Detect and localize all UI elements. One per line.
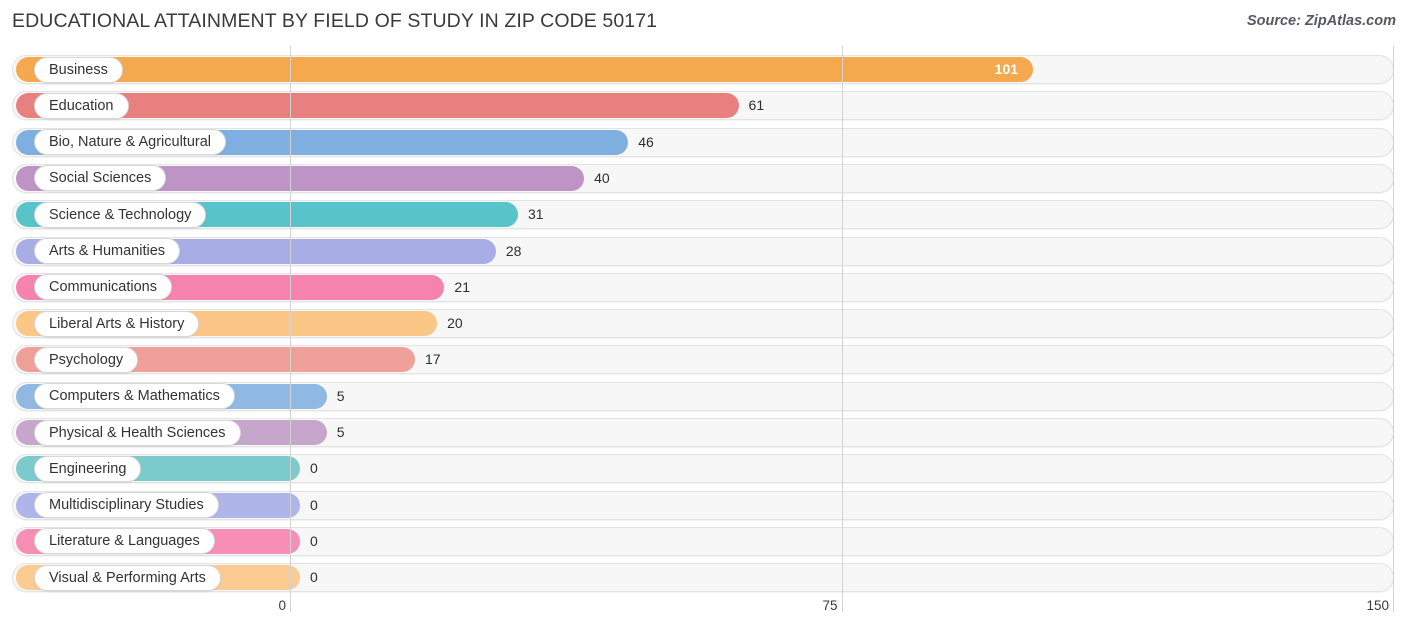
bar-value-label: 46 <box>638 133 654 150</box>
bar-value-label: 40 <box>594 169 610 186</box>
bar-category-label: Engineering <box>34 455 142 482</box>
bar-value-label: 21 <box>454 278 470 295</box>
chart-page: EDUCATIONAL ATTAINMENT BY FIELD OF STUDY… <box>0 0 1406 631</box>
axis-tick-label: 150 <box>1366 598 1389 613</box>
bar-category-label: Visual & Performing Arts <box>34 564 221 591</box>
bar-value-label: 0 <box>310 496 318 513</box>
bar-row: Liberal Arts & History 20 <box>0 306 1406 342</box>
bar-value-label: 0 <box>310 532 318 549</box>
bar-category-label: Social Sciences <box>34 165 167 192</box>
bar-category-label: Liberal Arts & History <box>34 310 200 337</box>
bar-value-label: 101 <box>994 61 1019 77</box>
axis-tick-line <box>1393 593 1394 612</box>
bar-category-label: Arts & Humanities <box>34 238 181 264</box>
bar-value-label: 17 <box>425 351 441 368</box>
bar-category-label: Multidisciplinary Studies <box>34 492 219 519</box>
axis-tick-line <box>841 593 843 612</box>
source-attribution: Source: ZipAtlas.com <box>1246 13 1396 29</box>
bar-category-label: Business <box>34 56 123 83</box>
page-title: EDUCATIONAL ATTAINMENT BY FIELD OF STUDY… <box>12 10 658 32</box>
bar-value-label: 28 <box>505 242 522 259</box>
bar-row: Psychology 17 <box>0 342 1406 378</box>
bar-category-label: Bio, Nature & Agricultural <box>34 129 226 156</box>
axis-tick-label: 0 <box>278 598 286 613</box>
bar-value-label: 20 <box>447 315 463 332</box>
bar-category-label: Computers & Mathematics <box>34 383 235 410</box>
chart-header: EDUCATIONAL ATTAINMENT BY FIELD OF STUDY… <box>0 0 1406 46</box>
bar-value-label: 31 <box>527 206 544 223</box>
bar-category-label: Literature & Languages <box>34 528 215 555</box>
bar-row: Social Sciences 40 <box>0 161 1406 197</box>
bar-row: Education 61 <box>0 88 1406 124</box>
bar-row: Business 101 <box>0 52 1406 88</box>
bar-row: Arts & Humanities 28 <box>0 234 1406 270</box>
bar-row: Computers & Mathematics 5 <box>0 379 1406 415</box>
bar-value-label: 0 <box>310 460 318 477</box>
bar-category-label: Physical & Health Sciences <box>34 419 241 446</box>
bar-row: Communications 21 <box>0 270 1406 306</box>
bar[interactable] <box>16 57 1033 82</box>
bar-row: Physical & Health Sciences 5 <box>0 415 1406 451</box>
bar-row: Literature & Languages 0 <box>0 524 1406 560</box>
bar-row: Bio, Nature & Agricultural 46 <box>0 125 1406 161</box>
plot-area: Business 101 Education 61 Bio, Nature & Agri… <box>0 46 1406 593</box>
bar-row: Visual & Performing Arts 0 <box>0 560 1406 596</box>
bar-row: Multidisciplinary Studies 0 <box>0 488 1406 524</box>
bar-category-label: Psychology <box>34 346 139 373</box>
axis-tick-line <box>290 593 291 612</box>
bar-row: Science & Technology 31 <box>0 197 1406 233</box>
bar-category-label: Communications <box>34 274 172 301</box>
bar-value-label: 0 <box>310 569 318 586</box>
bar-value-label: 5 <box>336 424 345 440</box>
axis-tick-label: 75 <box>822 598 838 613</box>
x-axis: 0 75 150 <box>0 593 1406 631</box>
bar-category-label: Education <box>34 92 129 119</box>
bar-value-label: 61 <box>748 97 765 114</box>
bar-value-label: 5 <box>336 387 345 404</box>
bar-row: Engineering 0 <box>0 451 1406 487</box>
bar-category-label: Science & Technology <box>34 201 207 228</box>
